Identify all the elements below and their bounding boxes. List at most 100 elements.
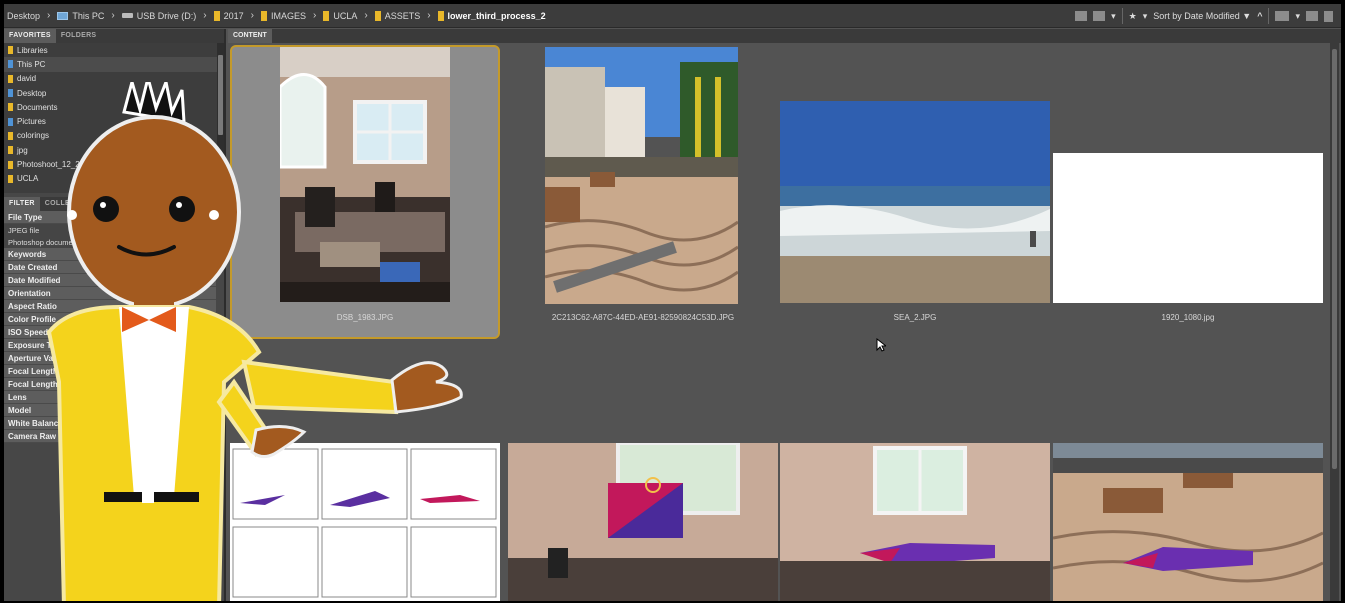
favorite-label: Pictures — [17, 117, 46, 127]
sort-by-button[interactable]: Sort by Date Modified ▼ — [1153, 11, 1251, 21]
scrollbar-thumb[interactable] — [218, 55, 223, 135]
filter-category[interactable]: Color Profile — [4, 313, 216, 326]
filter-category[interactable]: ISO Speed Ratings — [4, 326, 216, 339]
crumb-desktop[interactable]: Desktop — [4, 11, 43, 21]
chevron-down-icon[interactable]: ▾ — [1143, 11, 1148, 22]
crumb-images[interactable]: IMAGES — [258, 10, 309, 21]
left-panel: FAVORITES FOLDERS Libraries This PC davi… — [4, 29, 226, 601]
star-icon[interactable]: ★ — [1129, 11, 1137, 22]
tab-content[interactable]: CONTENT — [228, 29, 272, 43]
filter-category[interactable]: Model — [4, 404, 216, 417]
tab-filter[interactable]: FILTER — [4, 197, 40, 211]
favorite-item[interactable]: colorings — [4, 129, 224, 143]
folder-icon — [8, 74, 13, 83]
folder-icon — [374, 10, 381, 21]
favorite-label: colorings — [17, 131, 50, 141]
open-recent-icon[interactable] — [1275, 11, 1290, 21]
filter-category[interactable]: Focal Length — [4, 365, 216, 378]
filter-category[interactable]: Exposure Time — [4, 339, 216, 352]
bridge-window: Desktop › This PC › USB Drive (D:) › 201… — [4, 4, 1341, 601]
filter-category[interactable]: Date Modified — [4, 274, 216, 287]
trash-icon[interactable] — [1324, 10, 1333, 22]
crumb-current-folder[interactable]: lower_third_process_2 — [435, 10, 549, 21]
crumb-usb-drive[interactable]: USB Drive (D:) — [119, 11, 200, 21]
thumbnail-cell[interactable]: SEA_2.JPG — [780, 45, 1050, 339]
chevron-down-icon[interactable]: ▾ — [1295, 11, 1300, 22]
thumbnail-filename: 2C213C62-A87C-44ED-AE91-82590824C53D.JPG — [551, 313, 735, 322]
favorites-scrollbar[interactable] — [217, 43, 224, 193]
tab-folders[interactable]: FOLDERS — [56, 29, 102, 43]
scrollbar-thumb[interactable] — [1332, 49, 1337, 469]
filter-category[interactable]: Focal Length 35mm — [4, 378, 216, 391]
filter-category[interactable]: Aspect Ratio — [4, 300, 216, 313]
sort-ascending-icon[interactable]: ^ — [1257, 11, 1262, 21]
chevron-down-icon[interactable]: ▾ — [1111, 11, 1116, 22]
filter-category[interactable]: Aperture Value — [4, 352, 216, 365]
folder-icon — [8, 46, 13, 55]
thumbnail-cell[interactable] — [508, 437, 778, 601]
office-photo-thumbnail — [280, 47, 450, 302]
tab-collections[interactable]: COLLECTIONS — [40, 197, 103, 211]
favorites-tabbar: FAVORITES FOLDERS — [4, 29, 224, 43]
favorite-item[interactable]: Documents — [4, 100, 224, 114]
chevron-down-icon: ▼ — [1242, 11, 1252, 21]
filter-option[interactable]: JPEG file 4 — [4, 224, 216, 236]
favorite-item[interactable]: Desktop — [4, 86, 224, 100]
thumbnail-cell[interactable]: 2C213C62-A87C-44ED-AE91-82590824C53D.JPG — [508, 45, 778, 339]
thumbnail-cell[interactable] — [780, 437, 1050, 601]
tab-favorites[interactable]: FAVORITES — [4, 29, 56, 43]
crumb-assets[interactable]: ASSETS — [372, 10, 424, 21]
filter-category[interactable]: Keywords — [4, 248, 216, 261]
crumb-this-pc[interactable]: This PC — [54, 11, 107, 21]
crumb-label: Desktop — [7, 10, 41, 21]
favorite-item[interactable]: Libraries — [4, 43, 224, 57]
divider — [1121, 8, 1123, 24]
favorite-label: Documents — [17, 102, 58, 112]
filter-category[interactable]: Orientation — [4, 287, 216, 300]
crumb-2017[interactable]: 2017 — [211, 10, 247, 21]
crumb-ucla[interactable]: UCLA — [320, 10, 360, 21]
crumb-label: UCLA — [333, 10, 358, 21]
thumbnail-cell[interactable] — [230, 437, 500, 601]
chevron-right-icon: › — [203, 10, 207, 21]
chevron-right-icon: › — [427, 10, 431, 21]
filter-option-label: Photoshop document — [8, 237, 79, 247]
filter-category[interactable]: White Balance — [4, 417, 216, 430]
filter-category[interactable]: File Type — [4, 211, 216, 224]
folder-icon — [260, 10, 267, 21]
thumbnail-cell[interactable] — [1053, 437, 1323, 601]
favorite-item[interactable]: Pictures — [4, 114, 224, 128]
pc-icon — [57, 11, 69, 20]
crumb-label: lower_third_process_2 — [447, 10, 546, 21]
pictures-icon — [8, 117, 13, 126]
storyboard-thumbnail — [230, 443, 500, 601]
street-lower-third-thumbnail — [1053, 443, 1323, 601]
folder-icon — [8, 160, 13, 169]
favorite-item[interactable]: This PC — [4, 57, 224, 72]
favorite-item[interactable]: UCLA — [4, 172, 224, 186]
chevron-right-icon: › — [111, 10, 115, 21]
view-list-icon[interactable] — [1093, 11, 1106, 21]
filter-category[interactable]: Date Created — [4, 261, 216, 274]
content-scrollbar[interactable] — [1330, 43, 1339, 601]
favorite-label: Desktop — [17, 88, 47, 98]
favorite-item[interactable]: david — [4, 72, 224, 86]
favorite-item[interactable]: Photoshoot_12_22 — [4, 157, 224, 171]
filter-option[interactable]: Photoshop document 6 — [4, 236, 216, 248]
new-folder-icon[interactable] — [1306, 11, 1318, 21]
filter-category[interactable]: Lens — [4, 391, 216, 404]
content-panel: CONTENT DSB_1983.JPG 2C213C62-A87C-44ED-… — [228, 29, 1341, 601]
thumbnail-cell[interactable]: 1920_1080.jpg — [1053, 45, 1323, 339]
sea-photo-thumbnail — [780, 101, 1050, 303]
view-grid-icon[interactable] — [1075, 11, 1088, 21]
chevron-right-icon: › — [250, 10, 254, 21]
desktop-icon — [8, 89, 13, 98]
toolbar: ▾ ★ ▾ Sort by Date Modified ▼ ^ ▾ — [1075, 4, 1333, 28]
crumb-label: USB Drive (D:) — [136, 10, 197, 21]
favorite-label: jpg — [17, 145, 28, 155]
favorite-item[interactable]: jpg — [4, 143, 224, 157]
favorite-label: UCLA — [17, 174, 39, 184]
thumbnail-cell[interactable]: DSB_1983.JPG — [230, 45, 500, 339]
office-window-thumbnail — [780, 443, 1050, 601]
filter-category[interactable]: Camera Raw — [4, 430, 216, 443]
